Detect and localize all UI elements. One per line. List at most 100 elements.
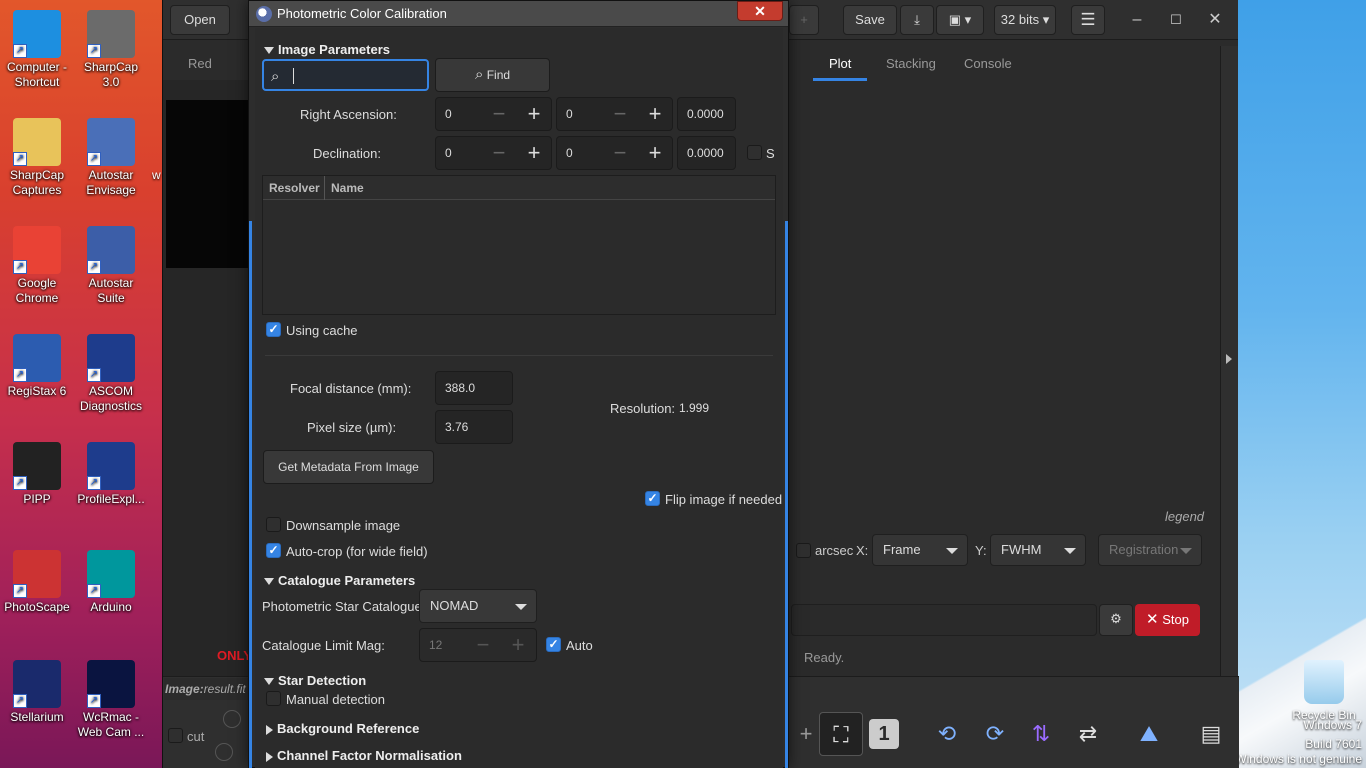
- minus-icon[interactable]: −: [603, 98, 637, 130]
- ra-hours-spinner[interactable]: 0 − +: [435, 97, 552, 131]
- image-preview[interactable]: [166, 100, 250, 268]
- stop-label: Stop: [1162, 612, 1189, 627]
- tab-console[interactable]: Console: [964, 56, 1012, 71]
- star-detection-header: Star Detection: [278, 673, 367, 688]
- downsample-checkbox[interactable]: [266, 517, 281, 532]
- desktop-icon-sharpcap-captures[interactable]: ↗ SharpCap Captures: [0, 118, 74, 198]
- star-detection-expander[interactable]: Star Detection: [264, 673, 366, 688]
- auto-crop-label: Auto-crop (for wide field): [286, 544, 428, 559]
- close-window-icon[interactable]: ✕: [1203, 8, 1227, 32]
- snapshot-icon[interactable]: ▣ ▾: [936, 5, 984, 35]
- tab-red[interactable]: Red: [188, 56, 212, 71]
- desktop-icon-autostar-envisage[interactable]: ↗ Autostar Envisage: [74, 118, 148, 198]
- pixel-size-field[interactable]: 3.76: [435, 410, 513, 444]
- find-button[interactable]: ⌕ Find: [435, 58, 550, 92]
- maximize-icon[interactable]: ☐: [1164, 8, 1188, 32]
- chevron-down-icon: [946, 548, 958, 554]
- desktop-icon-arduino[interactable]: ↗ Arduino: [74, 550, 148, 615]
- histogram-icon[interactable]: ⛰: [1131, 716, 1167, 752]
- minus-icon[interactable]: −: [466, 629, 500, 661]
- minus-icon[interactable]: −: [482, 98, 516, 130]
- catalogue-parameters-expander[interactable]: Catalogue Parameters: [264, 573, 415, 588]
- background-reference-expander[interactable]: Background Reference: [266, 721, 419, 736]
- rotate-right-icon[interactable]: ⟳: [977, 716, 1013, 752]
- object-search-input[interactable]: ⌕: [262, 59, 429, 91]
- desktop-icon-autostar-suite[interactable]: ↗ Autostar Suite: [74, 226, 148, 306]
- y-axis-select[interactable]: FWHM: [990, 534, 1086, 566]
- plus-icon[interactable]: +: [638, 98, 672, 130]
- desktop-icon-label: ProfileExpl...: [77, 492, 145, 506]
- plus-icon[interactable]: +: [517, 137, 551, 169]
- desktop-icon-wcrmac-web-cam[interactable]: ↗ WcRmac - Web Cam ...: [74, 660, 148, 740]
- desktop-icon-photoscape[interactable]: ↗ PhotoScape: [0, 550, 74, 615]
- plus-icon[interactable]: +: [501, 629, 535, 661]
- shortcut-arrow-icon: ↗: [87, 152, 101, 166]
- bit-depth-select[interactable]: 32 bits ▾: [994, 5, 1056, 35]
- minus-icon[interactable]: −: [603, 137, 637, 169]
- star-catalogue-select[interactable]: NOMAD: [419, 589, 537, 623]
- ra-minutes-spinner[interactable]: 0 − +: [556, 97, 673, 131]
- rotate-left-icon[interactable]: ⟲: [929, 716, 965, 752]
- desktop-icon-label: Stellarium: [10, 710, 64, 724]
- desktop-icon-ascom-diagnostics[interactable]: ↗ ASCOM Diagnostics: [74, 334, 148, 414]
- tab-plot[interactable]: Plot: [829, 56, 851, 71]
- resolver-results-table[interactable]: Resolver Name: [262, 175, 776, 315]
- x-axis-select[interactable]: Frame: [872, 534, 968, 566]
- hamburger-menu-icon[interactable]: ☰: [1071, 5, 1105, 35]
- save-button[interactable]: Save: [843, 5, 897, 35]
- zoom-one-button[interactable]: 1: [869, 719, 899, 749]
- minimize-icon[interactable]: –: [1125, 8, 1149, 32]
- stop-button[interactable]: ✕ Stop: [1135, 604, 1200, 636]
- desktop-icon-google-chrome[interactable]: ↗ Google Chrome: [0, 226, 74, 306]
- registration-select[interactable]: Registration: [1098, 534, 1202, 566]
- side-collapse-strip[interactable]: [1220, 46, 1238, 676]
- dialog-titlebar[interactable]: Photometric Color Calibration ✕: [249, 1, 788, 27]
- tab-stacking[interactable]: Stacking: [886, 56, 936, 71]
- expand-arrow-icon[interactable]: [1226, 354, 1232, 364]
- south-checkbox[interactable]: [747, 145, 762, 160]
- channel-normalisation-expander[interactable]: Channel Factor Normalisation: [266, 748, 462, 763]
- get-metadata-button[interactable]: Get Metadata From Image: [263, 450, 434, 484]
- channel-normalisation-header: Channel Factor Normalisation: [277, 748, 462, 763]
- desktop-icon-sharpcap-3-0[interactable]: ↗ SharpCap 3.0: [74, 10, 148, 90]
- expander-down-icon: [264, 578, 274, 586]
- plus-button[interactable]: +: [789, 5, 819, 35]
- background-reference-header: Background Reference: [277, 721, 420, 736]
- dec-seconds-field[interactable]: 0.0000: [677, 136, 736, 170]
- mirror-x-icon[interactable]: ⇅: [1023, 716, 1059, 752]
- auto-limit-checkbox[interactable]: ✓: [546, 637, 561, 652]
- resolver-column-header[interactable]: Resolver: [269, 181, 320, 195]
- using-cache-checkbox[interactable]: ✓: [266, 322, 281, 337]
- desktop-icon-pipp[interactable]: ↗ PIPP: [0, 442, 74, 507]
- desktop-icon-computer-shortcut[interactable]: ↗ Computer - Shortcut: [0, 10, 74, 90]
- name-column-header[interactable]: Name: [331, 181, 364, 195]
- radio-option-1[interactable]: [223, 710, 241, 728]
- dec-minutes-spinner[interactable]: 0 − +: [556, 136, 673, 170]
- auto-crop-checkbox[interactable]: ✓: [266, 543, 281, 558]
- limit-mag-spinner[interactable]: 12 − +: [419, 628, 537, 662]
- dialog-close-button[interactable]: ✕: [737, 1, 783, 21]
- gear-icon[interactable]: ⚙: [1099, 604, 1133, 636]
- shortcut-arrow-icon: ↗: [87, 368, 101, 382]
- manual-detection-checkbox[interactable]: [266, 691, 281, 706]
- radio-option-2[interactable]: [215, 743, 233, 761]
- dec-degrees-spinner[interactable]: 0 − +: [435, 136, 552, 170]
- image-stack-icon[interactable]: ▤: [1193, 716, 1229, 752]
- ra-seconds-field[interactable]: 0.0000: [677, 97, 736, 131]
- open-button[interactable]: Open: [170, 5, 230, 35]
- flip-image-checkbox[interactable]: ✓: [645, 491, 660, 506]
- mirror-y-icon[interactable]: ⇄: [1070, 716, 1106, 752]
- image-parameters-expander[interactable]: Image Parameters: [264, 42, 390, 57]
- desktop-icon-registax-6[interactable]: ↗ RegiStax 6: [0, 334, 74, 399]
- focal-distance-field[interactable]: 388.0: [435, 371, 513, 405]
- recycle-bin[interactable]: Recycle Bin: [1284, 660, 1364, 722]
- zoom-fit-icon[interactable]: ⛶: [819, 712, 863, 756]
- cut-checkbox[interactable]: [168, 728, 183, 743]
- desktop-icon-profileexpl[interactable]: ↗ ProfileExpl...: [74, 442, 148, 507]
- save-as-icon[interactable]: ⤓: [900, 5, 934, 35]
- plus-icon[interactable]: +: [517, 98, 551, 130]
- desktop-icon-stellarium[interactable]: ↗ Stellarium: [0, 660, 74, 725]
- minus-icon[interactable]: −: [482, 137, 516, 169]
- arcsec-checkbox[interactable]: [796, 543, 811, 558]
- plus-icon[interactable]: +: [638, 137, 672, 169]
